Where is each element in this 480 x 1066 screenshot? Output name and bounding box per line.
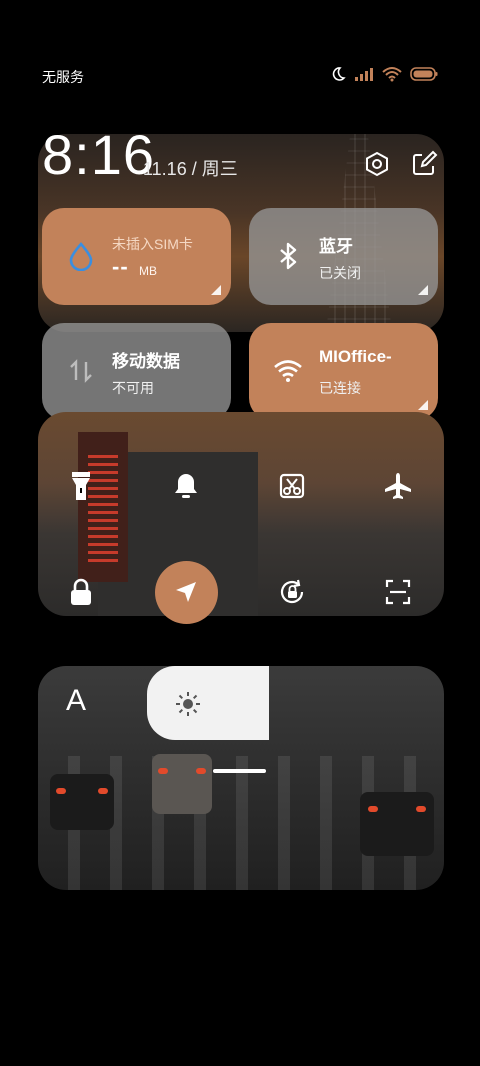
wifi-icon <box>382 66 402 82</box>
expand-corner-icon <box>418 400 428 410</box>
lock-icon[interactable] <box>61 572 101 612</box>
data-usage-unit: MB <box>139 264 157 278</box>
car-photo <box>360 792 434 856</box>
mobile-data-label: 移动数据 <box>112 352 180 371</box>
clock-time: 8:16 <box>42 123 155 186</box>
bluetooth-status: 已关闭 <box>319 265 361 281</box>
brightness-slider[interactable] <box>147 666 269 740</box>
scan-icon[interactable] <box>378 572 418 612</box>
panel-drag-handle[interactable] <box>213 769 266 773</box>
signal-icon <box>354 66 374 82</box>
moon-icon <box>330 66 346 82</box>
expand-corner-icon <box>211 285 221 295</box>
carrier-label: 无服务 <box>42 69 84 85</box>
status-icons <box>330 66 438 82</box>
bell-icon[interactable] <box>166 466 206 506</box>
screenshot-icon[interactable] <box>272 466 312 506</box>
bluetooth-tile[interactable]: 蓝牙 已关闭 <box>249 208 438 305</box>
data-usage-tile[interactable]: 未插入SIM卡 -- MB <box>42 208 231 305</box>
rotation-lock-icon[interactable] <box>272 572 312 612</box>
status-bar: 无服务 <box>0 0 480 100</box>
wifi-tile[interactable]: MIOffice- 已连接 <box>249 323 438 420</box>
flashlight-icon[interactable] <box>61 466 101 506</box>
neon-sign-photo <box>78 432 128 582</box>
car-photo <box>50 774 114 830</box>
bluetooth-label: 蓝牙 <box>319 237 353 256</box>
settings-icon[interactable] <box>363 150 391 178</box>
auto-brightness-label[interactable]: A <box>66 684 86 718</box>
edit-icon[interactable] <box>410 150 438 178</box>
car-photo <box>152 754 212 814</box>
water-drop-icon <box>66 241 96 272</box>
mobile-data-status: 不可用 <box>112 380 154 396</box>
wifi-icon <box>273 356 303 386</box>
location-icon[interactable] <box>166 572 206 612</box>
wifi-network-name: MIOffice- <box>319 347 392 366</box>
bluetooth-icon <box>273 241 303 271</box>
data-arrows-icon <box>66 356 96 386</box>
airplane-icon[interactable] <box>378 466 418 506</box>
clock-date: 11.16 / 周三 <box>143 159 238 179</box>
data-usage-value: -- <box>112 254 129 279</box>
sun-icon <box>168 684 208 724</box>
expand-corner-icon <box>418 285 428 295</box>
wifi-status: 已连接 <box>319 380 361 396</box>
mobile-data-tile[interactable]: 移动数据 不可用 <box>42 323 231 420</box>
battery-icon <box>410 67 438 81</box>
sim-status-label: 未插入SIM卡 <box>112 236 193 252</box>
